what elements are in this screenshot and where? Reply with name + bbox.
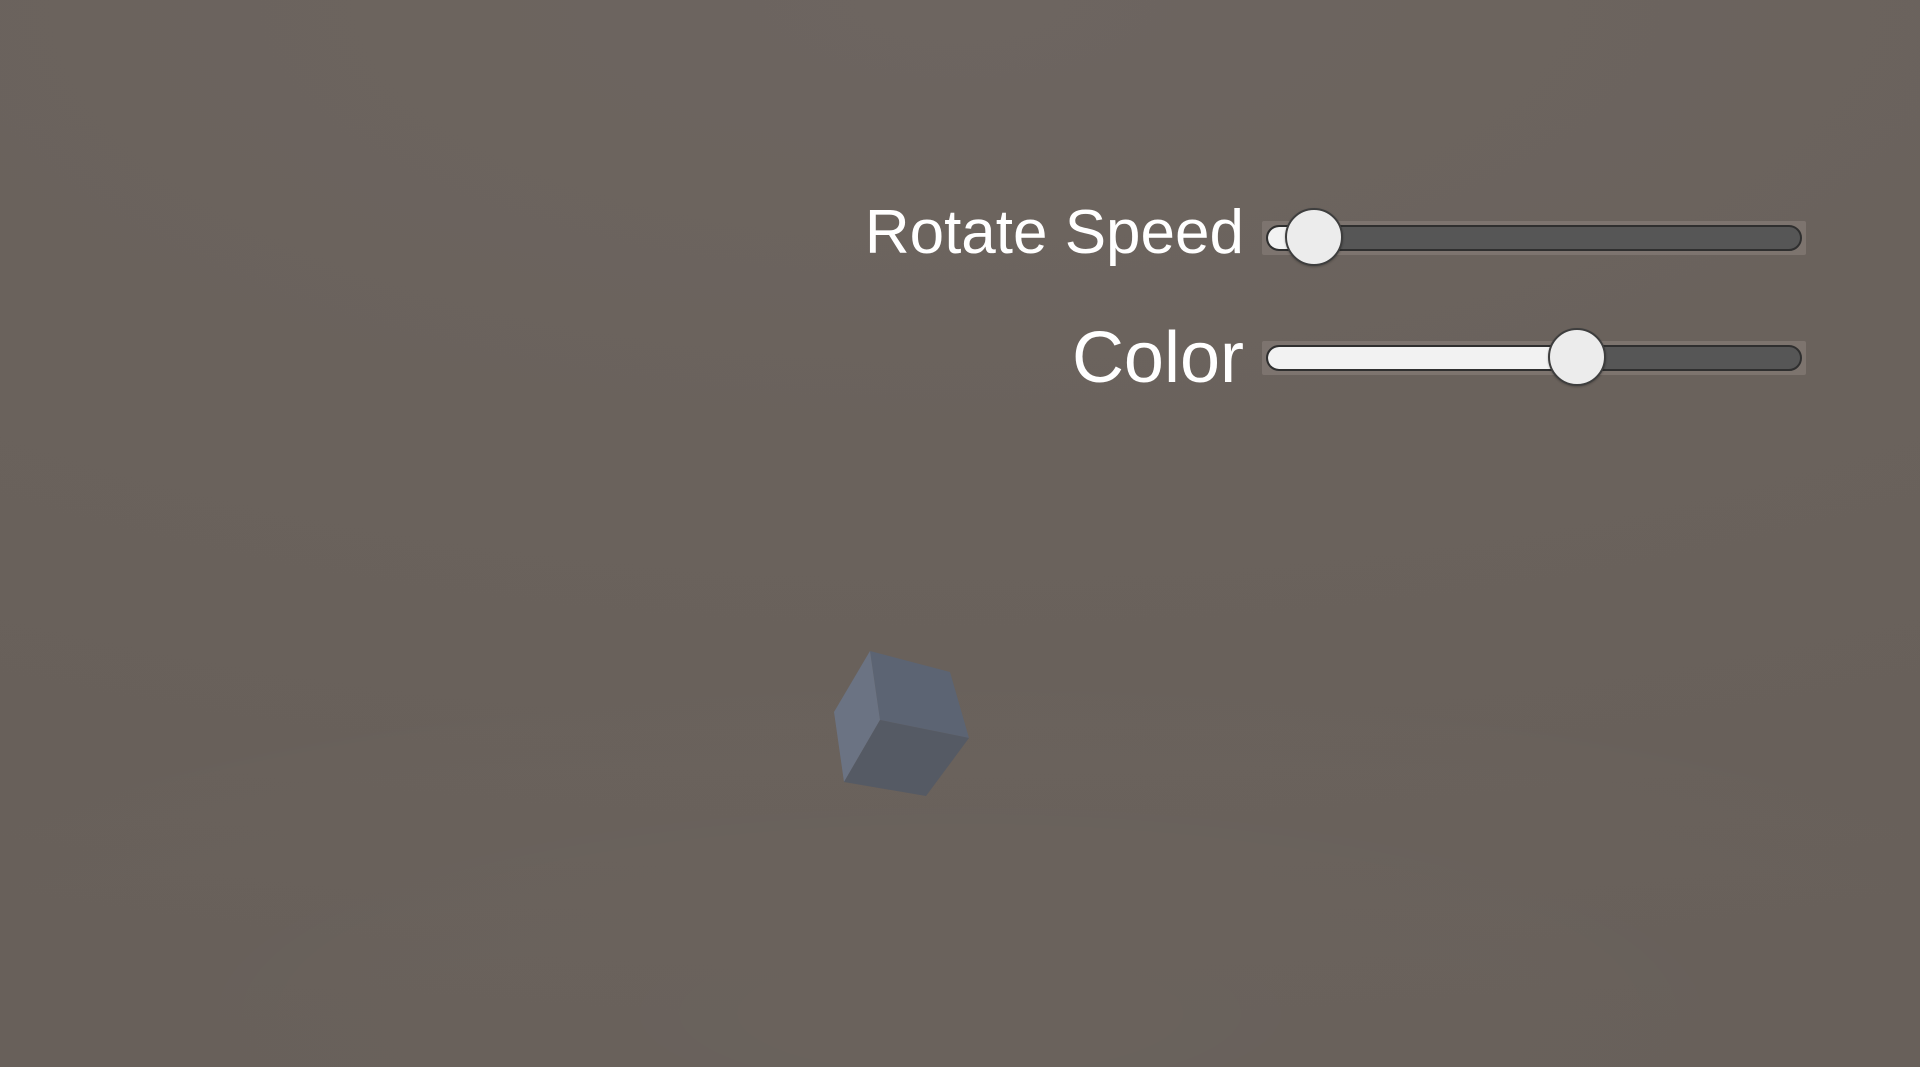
rotate-speed-slider[interactable] [1262, 208, 1806, 266]
rotate-speed-row: Rotate Speed [0, 198, 1920, 278]
color-track[interactable] [1266, 345, 1802, 371]
rotate-speed-handle[interactable] [1285, 208, 1344, 266]
color-label: Color [1071, 318, 1244, 398]
color-row: Color [0, 316, 1920, 396]
ground-shading [0, 0, 1920, 1067]
rotating-cube [834, 651, 969, 796]
color-handle[interactable] [1547, 328, 1606, 386]
rotate-speed-track[interactable] [1266, 225, 1802, 251]
color-slider[interactable] [1262, 328, 1806, 386]
rotate-speed-label: Rotate Speed [864, 198, 1244, 267]
color-fill [1268, 347, 1579, 369]
game-viewport: Rotate Speed Color [0, 0, 1920, 1067]
